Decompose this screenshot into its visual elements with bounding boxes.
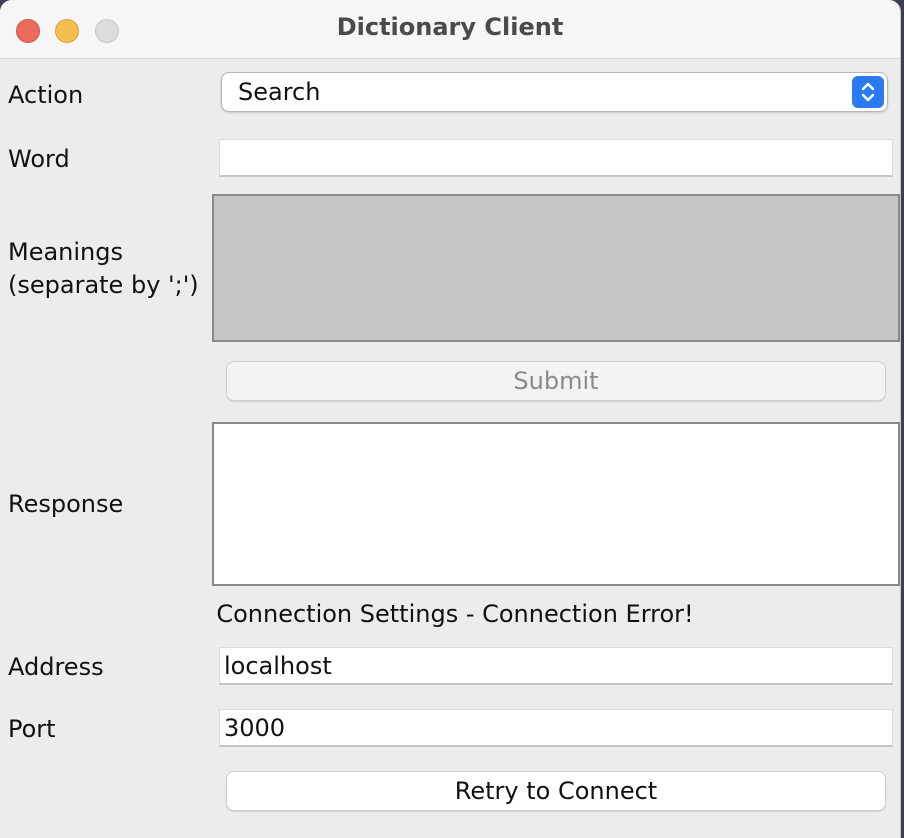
- meanings-label: Meanings: [8, 238, 124, 266]
- address-label: Address: [8, 653, 104, 681]
- meanings-textarea[interactable]: [212, 194, 900, 342]
- response-textarea: [212, 422, 900, 586]
- port-label: Port: [8, 715, 56, 743]
- action-select[interactable]: Search: [221, 72, 888, 112]
- word-label: Word: [8, 145, 70, 173]
- word-input[interactable]: [219, 139, 893, 177]
- connection-status-text: Connection Settings - Connection Error!: [216, 600, 694, 628]
- action-label: Action: [8, 81, 84, 109]
- meanings-hint-label: (separate by ';'): [8, 271, 199, 299]
- retry-connect-button[interactable]: Retry to Connect: [226, 771, 886, 811]
- window-title: Dictionary Client: [336, 13, 564, 41]
- port-input[interactable]: 3000: [219, 709, 893, 747]
- chevron-up-down-icon: [852, 76, 884, 108]
- dictionary-client-window: Dictionary Client Action Search Word Mea…: [0, 0, 901, 838]
- title-bar: Dictionary Client: [0, 0, 900, 59]
- address-input[interactable]: localhost: [219, 647, 893, 685]
- submit-button[interactable]: Submit: [226, 361, 886, 401]
- response-label: Response: [8, 490, 124, 518]
- action-select-value: Search: [238, 78, 321, 106]
